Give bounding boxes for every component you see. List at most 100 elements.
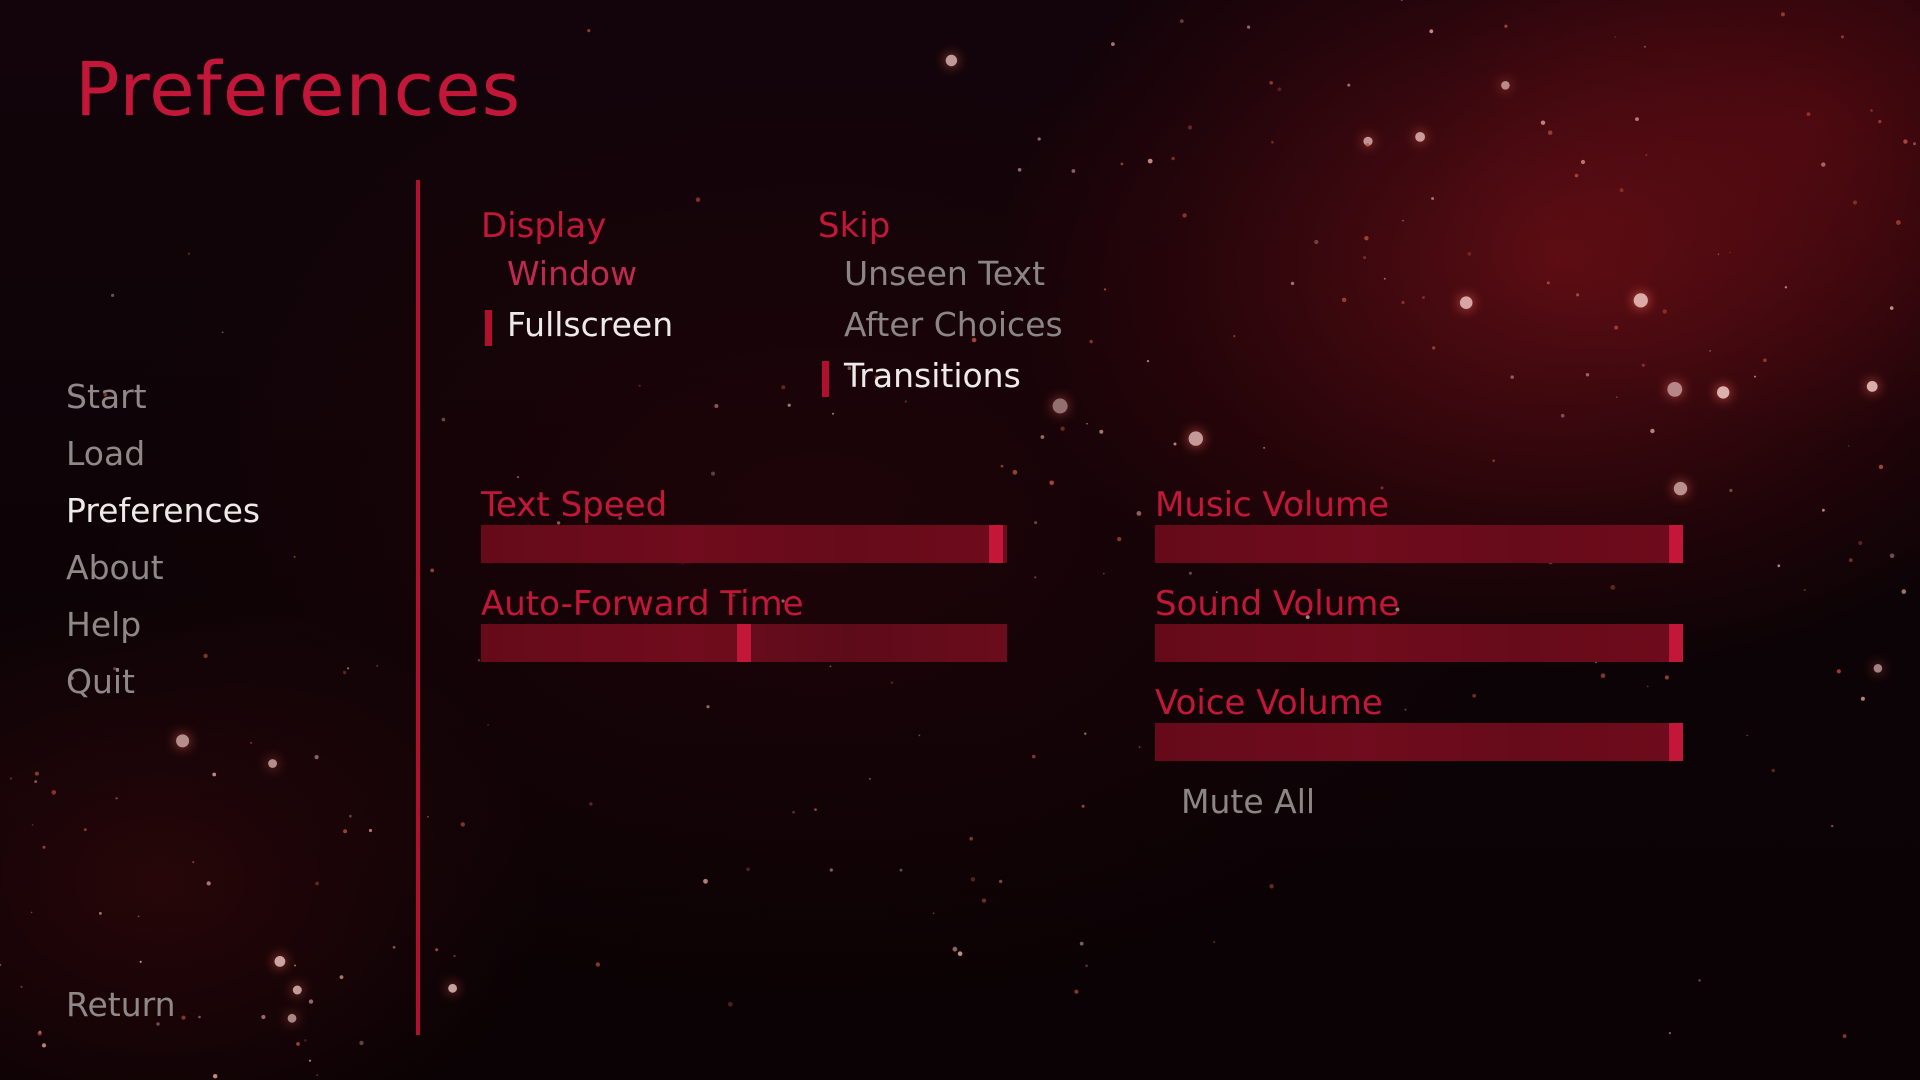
text-speed-label: Text Speed — [481, 485, 668, 525]
ember-particle — [1777, 564, 1781, 568]
music-volume-slider[interactable] — [1155, 525, 1683, 563]
menu-item-preferences[interactable]: Preferences — [66, 486, 260, 543]
ember-particle — [1580, 159, 1586, 165]
ember-particle — [746, 867, 750, 872]
ember-particle — [430, 568, 435, 573]
ember-particle — [714, 403, 719, 409]
ember-particle — [268, 759, 277, 768]
selected-marker — [822, 360, 829, 397]
ember-particle — [1000, 464, 1004, 468]
ember-particle — [1182, 213, 1187, 218]
ember-particle — [695, 197, 701, 202]
ember-particle — [293, 555, 296, 558]
ember-particle — [952, 946, 958, 952]
ember-particle — [1085, 964, 1088, 968]
ember-particle — [1831, 824, 1834, 828]
ember-particle — [287, 1013, 297, 1023]
ember-particle — [814, 808, 817, 811]
return-button[interactable]: Return — [66, 985, 176, 1024]
ember-particle — [343, 829, 348, 834]
sound-volume-setting: Sound Volume — [1155, 584, 1683, 662]
option-label: Transitions — [844, 355, 1021, 395]
slider-fill — [1155, 525, 1676, 563]
skip-option-unseen-text[interactable]: Unseen Text — [818, 251, 1063, 302]
ember-particle — [1415, 132, 1425, 142]
ember-particle — [42, 845, 46, 849]
ember-particle — [1858, 540, 1863, 546]
menu-item-about[interactable]: About — [66, 543, 260, 600]
ember-particle — [1071, 169, 1076, 173]
ember-particle — [1842, 1034, 1847, 1038]
auto-forward-slider[interactable] — [481, 624, 1007, 662]
text-speed-slider[interactable] — [481, 525, 1007, 563]
slider-thumb[interactable] — [1668, 525, 1683, 563]
ember-particle — [1012, 469, 1018, 475]
option-label: After Choices — [844, 304, 1063, 344]
ember-particle — [1290, 281, 1295, 286]
ember-particle — [487, 724, 489, 726]
ember-particle — [1431, 197, 1435, 200]
slider-thumb[interactable] — [737, 624, 751, 662]
menu-item-load[interactable]: Load — [66, 429, 260, 486]
ember-particle — [83, 828, 87, 831]
ember-particle — [1188, 431, 1204, 446]
ember-particle — [1860, 696, 1865, 701]
ember-particle — [1383, 277, 1386, 280]
ember-particle — [869, 778, 871, 780]
ember-particle — [1459, 296, 1473, 310]
display-option-window[interactable]: Window — [481, 251, 673, 302]
ember-particle — [34, 771, 39, 776]
ember-particle — [1698, 979, 1701, 982]
ember-particle — [0, 963, 2, 967]
skip-option-after-choices[interactable]: After Choices — [818, 302, 1063, 353]
ember-particle — [441, 417, 446, 422]
ember-particle — [1841, 35, 1844, 39]
ember-particle — [1848, 558, 1853, 562]
ember-particle — [711, 471, 715, 476]
ember-particle — [1363, 256, 1367, 260]
ember-particle — [1600, 673, 1606, 678]
menu-item-quit[interactable]: Quit — [66, 657, 260, 714]
ember-particle — [1803, 589, 1806, 591]
sound-volume-slider[interactable] — [1155, 624, 1683, 662]
slider-thumb[interactable] — [1668, 624, 1683, 662]
slider-thumb[interactable] — [989, 525, 1004, 563]
ember-particle — [1664, 675, 1669, 680]
ember-particle — [115, 797, 118, 800]
ember-particle — [176, 734, 190, 748]
ember-particle — [918, 734, 921, 737]
ember-particle — [1729, 488, 1733, 493]
music-volume-setting: Music Volume — [1155, 485, 1683, 563]
voice-volume-slider[interactable] — [1155, 723, 1683, 761]
ember-particle — [347, 667, 350, 670]
ember-particle — [221, 331, 224, 334]
display-option-fullscreen[interactable]: Fullscreen — [481, 302, 673, 353]
ember-particle — [9, 777, 12, 780]
menu-item-start[interactable]: Start — [66, 372, 260, 429]
text-speed-setting: Text Speed — [481, 485, 1007, 563]
mute-all-toggle[interactable]: Mute All — [1155, 782, 1315, 821]
ember-particle — [1878, 119, 1882, 124]
ember-particle — [51, 790, 57, 795]
ember-particle — [516, 476, 520, 479]
ember-particle — [1641, 363, 1645, 367]
ember-particle — [359, 1040, 364, 1046]
ember-particle — [1546, 281, 1550, 285]
skip-option-transitions[interactable]: Transitions — [818, 353, 1063, 404]
ember-particle — [1667, 382, 1683, 397]
ember-particle — [1032, 754, 1036, 759]
ember-particle — [1314, 239, 1319, 245]
slider-thumb[interactable] — [1668, 723, 1683, 761]
ember-particle — [1822, 508, 1825, 512]
ember-particle — [1422, 296, 1425, 299]
ember-particle — [638, 384, 641, 387]
ember-particle — [1049, 480, 1054, 486]
ember-particle — [315, 881, 319, 886]
ember-particle — [829, 665, 832, 668]
ember-particle — [1650, 428, 1655, 434]
menu-item-help[interactable]: Help — [66, 600, 260, 657]
ember-particle — [1467, 252, 1472, 256]
ember-particle — [1187, 125, 1193, 130]
ember-particle — [1585, 373, 1590, 377]
ember-particle — [1746, 734, 1748, 737]
